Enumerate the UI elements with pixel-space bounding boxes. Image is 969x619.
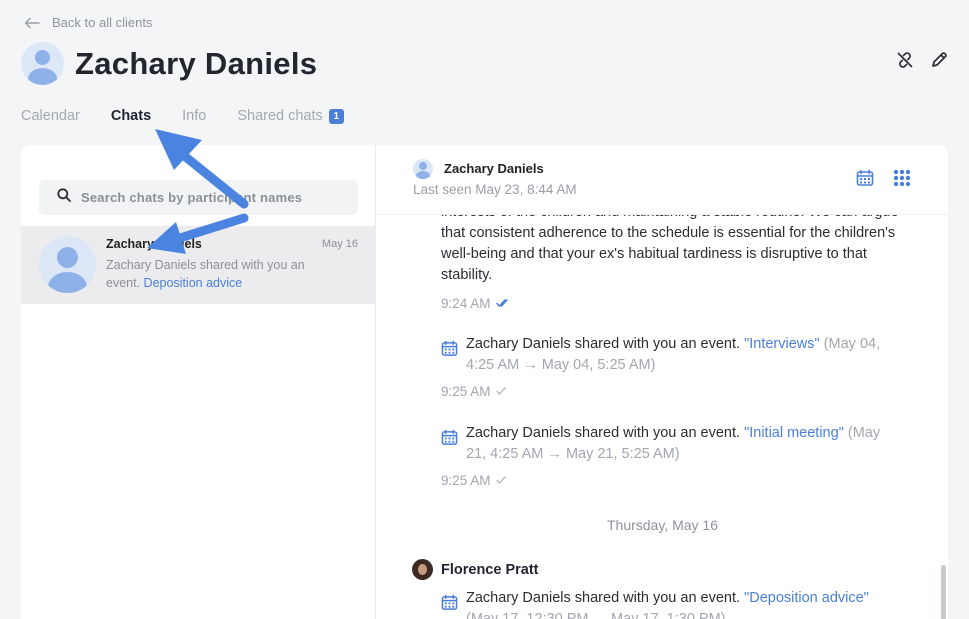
last-seen-status: Last seen May 23, 8:44 AM (413, 182, 577, 197)
conversation-pane: Zachary Daniels Last seen May 23, 8:44 A… (377, 145, 948, 619)
unlink-icon (896, 51, 914, 74)
client-header: Zachary Daniels (21, 42, 317, 85)
event-time-range: (May 17, 12:30 PM → May 17, 1:30 PM) (466, 611, 726, 619)
tab-calendar[interactable]: Calendar (21, 108, 80, 124)
tab-label: Shared chats (237, 108, 323, 124)
message-time: 9:25 AM (441, 384, 506, 399)
client-page: Back to all clients Zachary Daniels Cale… (0, 0, 969, 619)
conversation-header: Zachary Daniels Last seen May 23, 8:44 A… (377, 145, 948, 215)
event-link[interactable]: "Interviews" (744, 336, 820, 352)
message-list[interactable]: interests of the children and maintainin… (377, 215, 948, 619)
shared-chats-count-badge: 1 (328, 108, 344, 124)
check-icon (495, 473, 506, 488)
page-title: Zachary Daniels (75, 45, 318, 81)
double-check-icon (495, 296, 508, 311)
message-time-text: 9:24 AM (441, 296, 491, 311)
client-tabs: Calendar Chats Info Shared chats 1 (21, 108, 344, 124)
message-list-scrollbar[interactable] (941, 565, 946, 619)
calendar-icon (441, 340, 458, 364)
message-time-text: 9:25 AM (441, 473, 491, 488)
arrow-left-icon (24, 17, 40, 29)
calendar-icon (441, 594, 458, 618)
shared-event-message: Zachary Daniels shared with you an event… (441, 588, 901, 619)
search-icon (57, 188, 71, 207)
message-sender: Florence Pratt (412, 559, 539, 580)
chat-list-item[interactable]: Zachary Daniels May 16 Zachary Daniels s… (21, 226, 376, 304)
event-link[interactable]: "Deposition advice" (744, 590, 869, 606)
search-box (39, 180, 358, 215)
message-time-text: 9:25 AM (441, 384, 491, 399)
tab-label: Calendar (21, 108, 80, 124)
shared-event-message: Zachary Daniels shared with you an event… (441, 423, 901, 465)
grid-icon (893, 169, 911, 192)
shared-event-message: Zachary Daniels shared with you an event… (441, 334, 901, 376)
chat-date: May 16 (321, 238, 358, 250)
client-avatar (21, 42, 64, 85)
tab-label: Info (182, 108, 207, 124)
tab-shared-chats[interactable]: Shared chats 1 (237, 108, 344, 124)
chat-preview-event-link: Deposition advice (143, 275, 243, 290)
back-link-label: Back to all clients (52, 15, 153, 30)
unlink-button[interactable] (895, 51, 915, 74)
event-message-text: Zachary Daniels shared with you an event… (466, 425, 741, 441)
chat-list-pane: Zachary Daniels May 16 Zachary Daniels s… (21, 145, 376, 619)
sender-name: Florence Pratt (441, 561, 539, 578)
check-icon (495, 384, 506, 399)
edit-button[interactable] (929, 51, 949, 74)
avatar (413, 159, 433, 179)
conversation-participant-name: Zachary Daniels (444, 161, 544, 176)
day-separator: Thursday, May 16 (606, 517, 718, 533)
event-message-text: Zachary Daniels shared with you an event… (466, 590, 741, 606)
pencil-icon (930, 51, 948, 74)
chat-preview: Zachary Daniels shared with you an event… (106, 257, 311, 292)
chats-panel: Zachary Daniels May 16 Zachary Daniels s… (21, 145, 948, 619)
message-time: 9:24 AM (441, 296, 508, 311)
event-link[interactable]: "Initial meeting" (744, 425, 844, 441)
header-actions (895, 51, 949, 74)
conversation-actions (855, 169, 912, 192)
tab-chats[interactable]: Chats (111, 108, 151, 124)
grid-menu-button[interactable] (892, 169, 912, 192)
calendar-icon (441, 429, 458, 453)
calendar-icon (856, 169, 874, 192)
message-time: 9:25 AM (441, 473, 506, 488)
avatar (39, 236, 96, 293)
event-message-text: Zachary Daniels shared with you an event… (466, 336, 741, 352)
back-to-clients-link[interactable]: Back to all clients (24, 15, 152, 30)
avatar (412, 559, 433, 580)
search-input[interactable] (81, 190, 341, 205)
chat-participant-name: Zachary Daniels (106, 237, 202, 251)
tab-label: Chats (110, 108, 152, 124)
message-text: interests of the children and maintainin… (441, 215, 899, 283)
calendar-button[interactable] (855, 169, 875, 192)
tab-info[interactable]: Info (182, 108, 206, 124)
